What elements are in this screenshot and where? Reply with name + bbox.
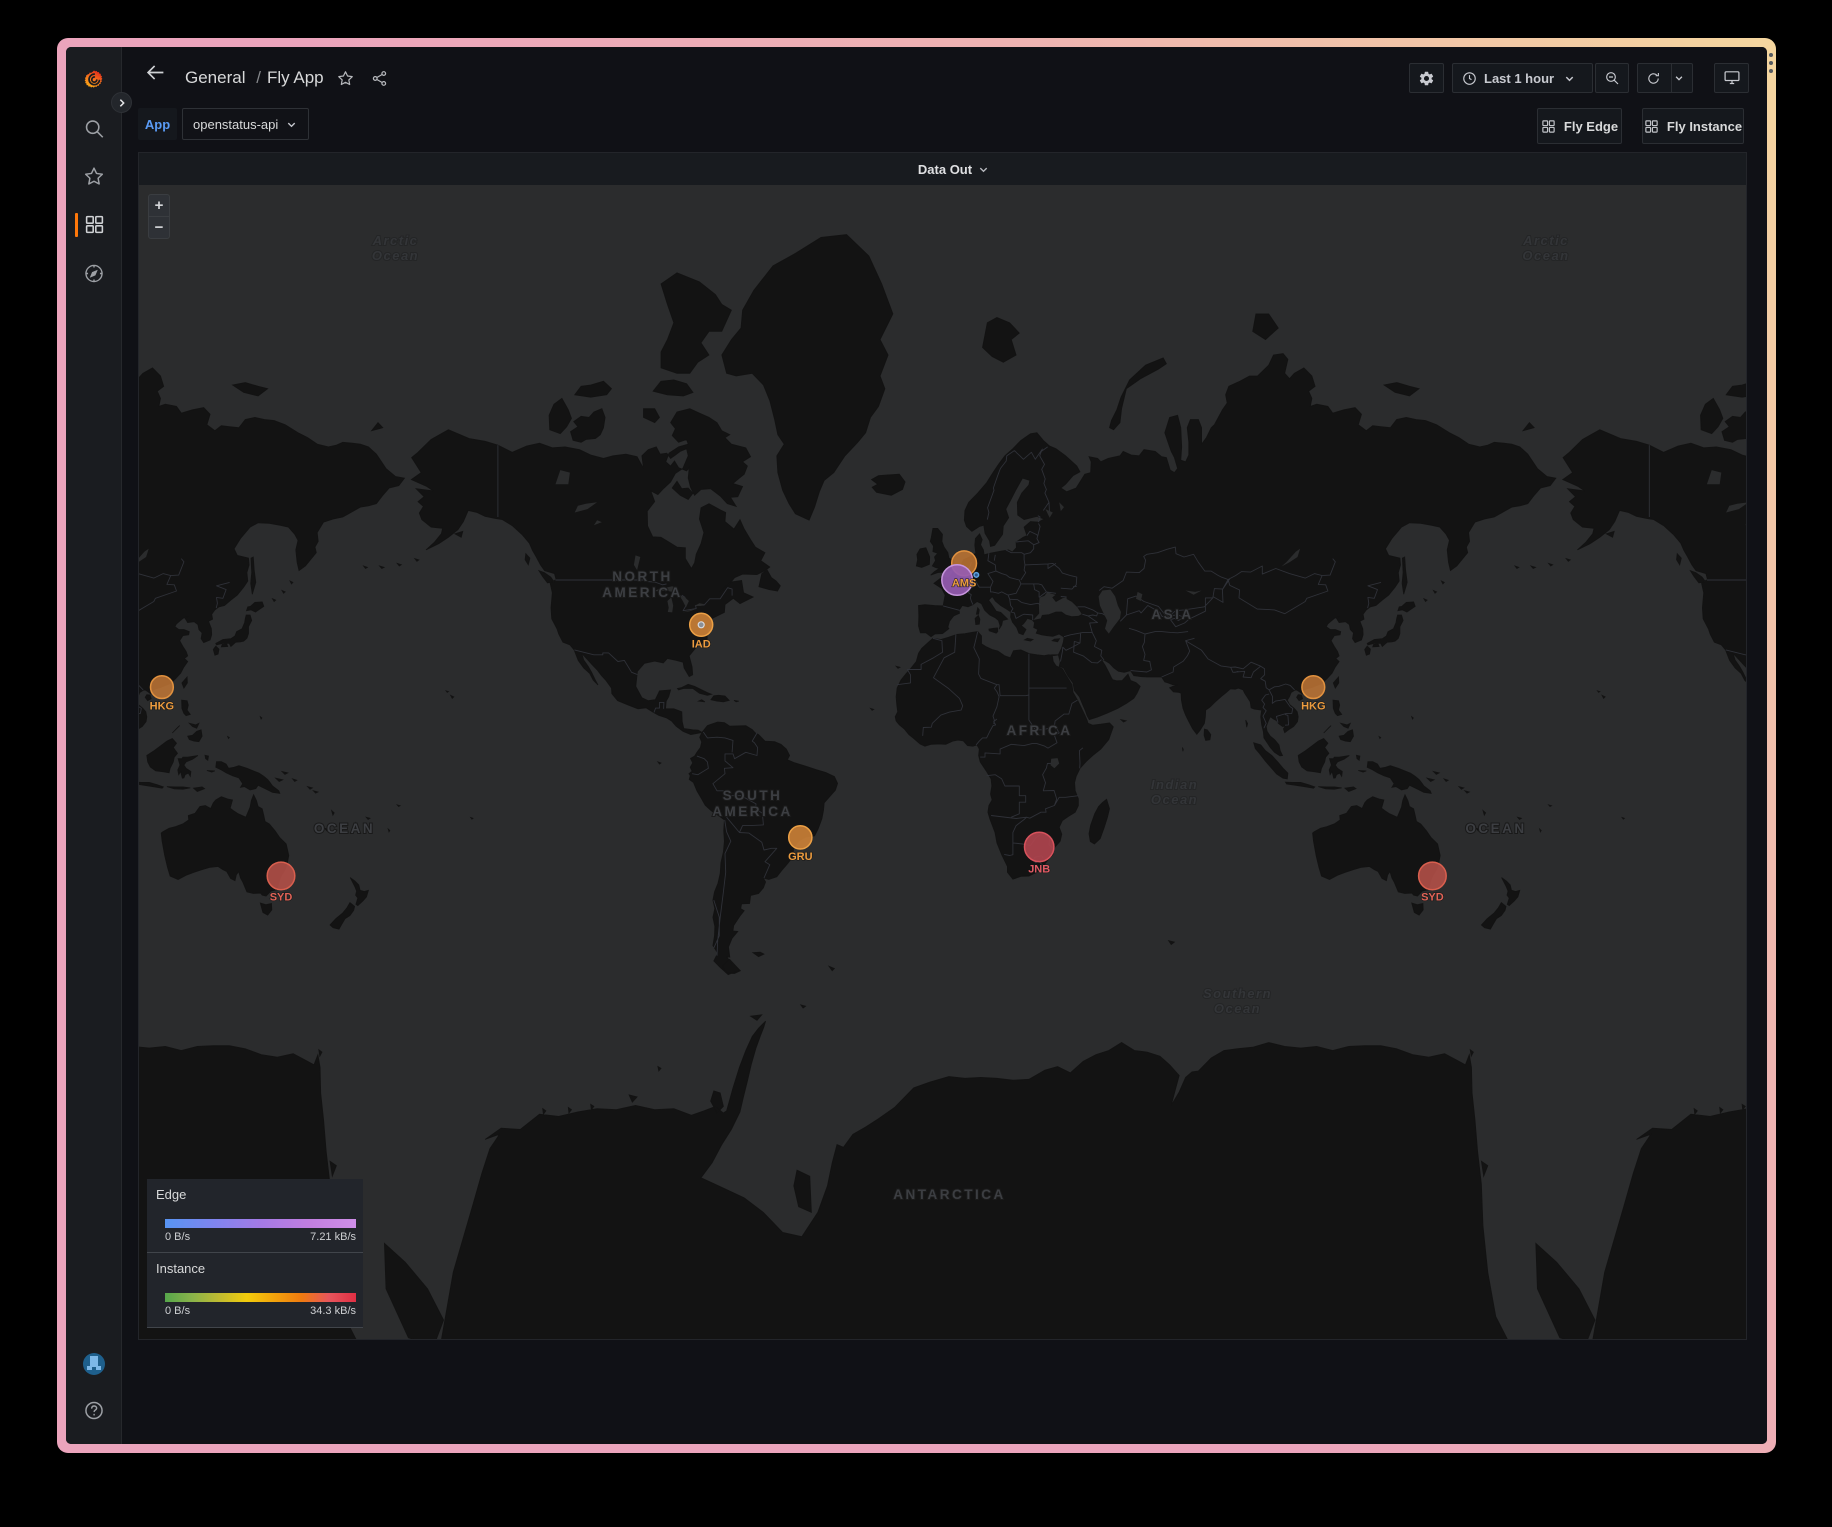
- svg-text:AMERICA: AMERICA: [602, 585, 683, 600]
- svg-text:Ocean: Ocean: [1151, 792, 1198, 807]
- svg-text:Ocean: Ocean: [372, 248, 419, 263]
- svg-text:JNB: JNB: [1028, 864, 1050, 876]
- svg-text:HKG: HKG: [1301, 701, 1325, 713]
- svg-text:Ocean: Ocean: [1522, 248, 1569, 263]
- svg-text:GRU: GRU: [788, 851, 813, 863]
- svg-text:SYD: SYD: [270, 892, 293, 904]
- svg-text:AMERICA: AMERICA: [712, 804, 793, 819]
- svg-text:IAD: IAD: [692, 638, 711, 650]
- svg-text:OCEAN: OCEAN: [314, 821, 375, 836]
- svg-text:ANTARCTICA: ANTARCTICA: [893, 1187, 1006, 1202]
- svg-text:SYD: SYD: [1421, 892, 1444, 904]
- svg-text:Arctic: Arctic: [1522, 233, 1569, 248]
- svg-text:Southern: Southern: [1203, 986, 1272, 1001]
- svg-text:AMS: AMS: [952, 578, 976, 590]
- svg-text:Indian: Indian: [1151, 777, 1198, 792]
- svg-text:AFRICA: AFRICA: [1007, 723, 1073, 738]
- svg-text:OCEAN: OCEAN: [1465, 821, 1526, 836]
- svg-text:NORTH: NORTH: [612, 569, 673, 584]
- svg-text:SOUTH: SOUTH: [723, 788, 783, 803]
- svg-text:ASIA: ASIA: [1151, 607, 1193, 622]
- svg-text:Arctic: Arctic: [372, 233, 419, 248]
- svg-text:HKG: HKG: [150, 701, 174, 713]
- svg-text:Ocean: Ocean: [1214, 1001, 1261, 1016]
